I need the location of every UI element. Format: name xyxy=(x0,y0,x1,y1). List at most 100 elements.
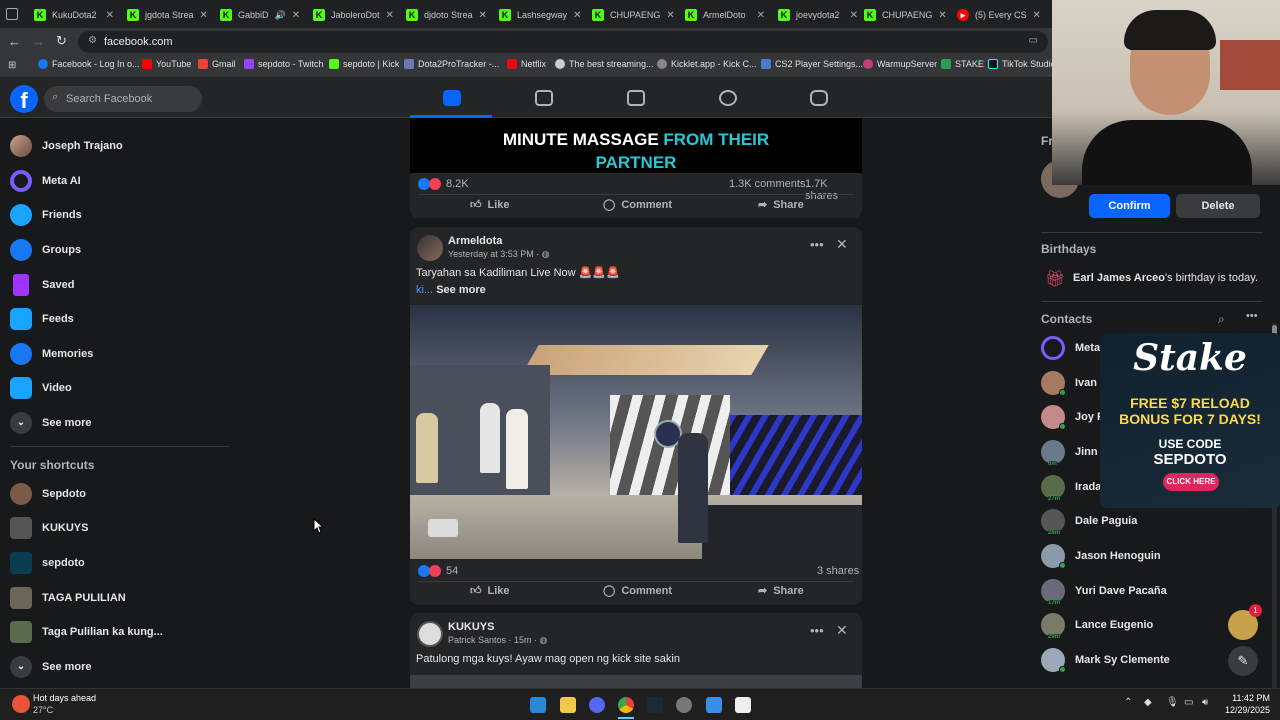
confirm-button[interactable]: Confirm xyxy=(1089,194,1170,218)
post-author[interactable]: Armeldota xyxy=(448,235,502,247)
sidebar-item-profile[interactable]: Joseph Trajano xyxy=(10,135,123,157)
see-more-link[interactable]: See more xyxy=(436,284,486,296)
home-icon[interactable] xyxy=(443,90,461,106)
site-info-icon[interactable]: ⚙ xyxy=(88,35,97,46)
bookmark[interactable]: Facebook - Log In o... xyxy=(38,59,140,69)
groups-icon[interactable] xyxy=(719,90,737,106)
gaming-icon[interactable] xyxy=(810,90,828,106)
avatar[interactable] xyxy=(417,235,443,261)
share-button[interactable]: ➦ Share xyxy=(758,584,804,598)
bookmark[interactable]: YouTube xyxy=(142,59,191,69)
post-screenshot[interactable] xyxy=(410,675,862,688)
tray-app-icon[interactable]: ◆ xyxy=(1144,697,1152,708)
back-icon[interactable]: ← xyxy=(8,34,21,49)
cast-icon[interactable]: ▭ xyxy=(1029,35,1038,46)
microphone-icon[interactable]: 🎙︎ xyxy=(1166,697,1179,708)
more-options-icon[interactable]: ••• xyxy=(1246,310,1258,322)
sidebar-item-groups[interactable]: Groups xyxy=(10,239,81,261)
like-button[interactable]: 👍︎ Like xyxy=(470,584,510,598)
stake-ad-overlay[interactable]: Stake FREE $7 RELOAD BONUS FOR 7 DAYS! U… xyxy=(1100,333,1280,508)
obs-icon[interactable] xyxy=(676,697,692,713)
tab-search-icon[interactable] xyxy=(6,8,18,20)
discord-icon[interactable] xyxy=(589,697,605,713)
bookmark[interactable]: CS2 Player Settings... xyxy=(761,59,863,69)
sidebar-item-memories[interactable]: Memories xyxy=(10,343,93,365)
delete-button[interactable]: Delete xyxy=(1176,194,1260,218)
close-icon[interactable]: ✕ xyxy=(850,10,858,21)
sidebar-item-friends[interactable]: Friends xyxy=(10,204,82,226)
browser-tab[interactable]: K GabbiD 🔊 ✕ xyxy=(214,4,306,26)
comment-count[interactable]: 1.3K comments xyxy=(729,178,805,190)
browser-tab[interactable]: K JaboleroDot ✕ xyxy=(307,4,399,26)
browser-tab[interactable]: K ArmelDoto ✕ xyxy=(679,4,771,26)
bookmark[interactable]: The best streaming... xyxy=(555,59,654,69)
reaction-count[interactable]: 54 xyxy=(446,565,458,577)
bookmark[interactable]: STAKE xyxy=(941,59,984,69)
apps-grid-icon[interactable]: ⊞ xyxy=(8,60,16,71)
contact-item[interactable]: Ivan M xyxy=(1041,371,1109,396)
birthday-notice[interactable]: Earl James Arceo's birthday is today. xyxy=(1073,272,1258,284)
browser-tab[interactable]: ▸ (5) Every CS ✕ xyxy=(951,4,1043,26)
post-photo[interactable] xyxy=(410,305,862,559)
shortcut-item[interactable]: Taga Pulilian ka kung... xyxy=(10,621,163,643)
share-count[interactable]: 1.7K shares xyxy=(805,178,862,202)
sidebar-item-video[interactable]: Video xyxy=(10,377,72,399)
chrome-icon[interactable] xyxy=(618,697,634,713)
shortcut-item[interactable]: KUKUYS xyxy=(10,517,88,539)
sidebar-item-feeds[interactable]: Feeds xyxy=(10,308,74,330)
search-icon[interactable]: ⌕ xyxy=(1218,312,1225,327)
bookmark[interactable]: WarmupServer xyxy=(863,59,937,69)
network-icon[interactable]: ▭ xyxy=(1184,697,1193,708)
bookmark[interactable]: Gmail xyxy=(198,59,236,69)
browser-tab[interactable]: Kjgdota Strea ✕ xyxy=(121,4,213,26)
bookmark[interactable]: TikTok Studio xyxy=(988,59,1056,69)
close-icon[interactable]: ✕ xyxy=(573,10,581,21)
steam-icon[interactable] xyxy=(647,697,663,713)
contact-item[interactable]: Jason Henoguin xyxy=(1041,544,1161,569)
facebook-logo-icon[interactable]: f xyxy=(10,85,38,113)
sidebar-item-meta-ai[interactable]: Meta AI xyxy=(10,170,81,192)
start-icon[interactable] xyxy=(530,697,546,713)
weather-icon[interactable] xyxy=(12,695,30,713)
notepad-icon[interactable] xyxy=(706,697,722,713)
new-message-icon[interactable]: ✎ xyxy=(1228,646,1258,676)
browser-tab[interactable]: K Lashsegway ✕ xyxy=(493,4,585,26)
bookmark[interactable]: sepdoto | Kick xyxy=(329,59,399,69)
reload-icon[interactable]: ↻ xyxy=(56,33,67,49)
shortcut-item[interactable]: Sepdoto xyxy=(10,483,86,505)
post-link[interactable]: ki... xyxy=(416,284,433,296)
close-icon[interactable]: ✕ xyxy=(292,10,300,21)
bookmark[interactable]: Netflix xyxy=(507,59,546,69)
browser-tab[interactable]: K CHUPAENG ✕ xyxy=(858,4,950,26)
post-image-banner[interactable]: MINUTE MASSAGE FROM THEIR PARTNER xyxy=(410,118,862,173)
marketplace-icon[interactable] xyxy=(627,90,645,106)
close-icon[interactable]: ✕ xyxy=(836,236,848,253)
browser-tab[interactable]: Kjoevydota2 ✕ xyxy=(772,4,864,26)
bookmark[interactable]: Dota2ProTracker -... xyxy=(404,59,499,69)
clock-time[interactable]: 11:42 PM xyxy=(1222,693,1270,703)
close-icon[interactable]: ✕ xyxy=(1033,10,1041,21)
close-icon[interactable]: ✕ xyxy=(200,10,208,21)
file-explorer-icon[interactable] xyxy=(560,697,576,713)
ad-cta-button[interactable]: CLICK HERE xyxy=(1163,473,1219,491)
shortcut-item[interactable]: sepdoto xyxy=(10,552,85,574)
reaction-count[interactable]: 8.2K xyxy=(446,178,469,190)
comment-button[interactable]: ◯ Comment xyxy=(603,198,672,212)
avatar[interactable] xyxy=(417,621,443,647)
volume-icon[interactable]: 🔊︎ xyxy=(1202,697,1208,708)
more-options-icon[interactable]: ••• xyxy=(810,237,824,252)
close-icon[interactable]: ✕ xyxy=(836,622,848,639)
close-icon[interactable]: ✕ xyxy=(479,10,487,21)
bookmark[interactable]: sepdoto - Twitch xyxy=(244,59,323,69)
close-icon[interactable]: ✕ xyxy=(757,10,765,21)
like-button[interactable]: 👍︎ Like xyxy=(470,198,510,212)
close-icon[interactable]: ✕ xyxy=(386,10,394,21)
more-options-icon[interactable]: ••• xyxy=(810,623,824,638)
post-group-name[interactable]: KUKUYS xyxy=(448,621,494,633)
contact-item[interactable]: 17m Yuri Dave Pacaña xyxy=(1041,579,1167,606)
browser-tab[interactable]: Kdjdoto Strea ✕ xyxy=(400,4,492,26)
shortcuts-see-more[interactable]: ⌄ See more xyxy=(10,656,92,678)
post-meta[interactable]: Patrick Santos · 15m · xyxy=(448,635,537,645)
clock-date[interactable]: 12/29/2025 xyxy=(1218,705,1270,715)
share-button[interactable]: ➦ Share xyxy=(758,198,804,212)
